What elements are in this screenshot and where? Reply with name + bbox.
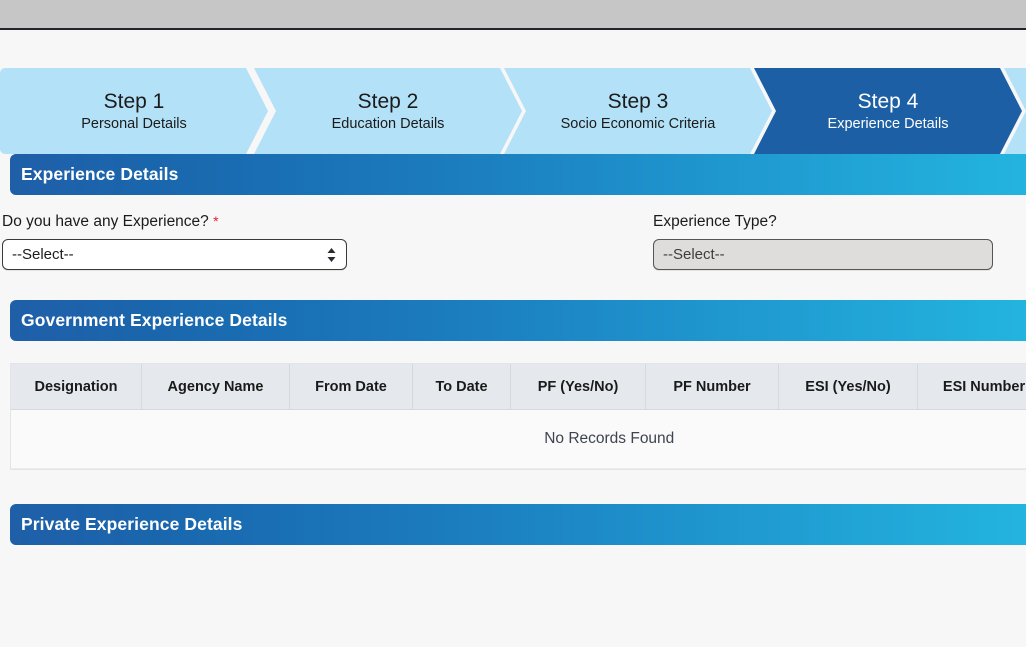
page-content: Step 1 Personal Details Step 2 Education… <box>0 30 1026 645</box>
column-header-from-date[interactable]: From Date <box>289 364 413 410</box>
column-header-pf-number[interactable]: PF Number <box>645 364 779 410</box>
experience-form-row: Do you have any Experience? * --Select--… <box>0 195 1026 270</box>
government-experience-table-wrapper: Designation Agency Name From Date To Dat… <box>10 363 1026 470</box>
table-header-row: Designation Agency Name From Date To Dat… <box>11 364 1026 410</box>
has-experience-label: Do you have any Experience? * <box>2 213 640 231</box>
no-records-message: No Records Found <box>11 409 1026 469</box>
browser-chrome-bar <box>0 0 1026 30</box>
experience-type-label: Experience Type? <box>653 213 777 230</box>
column-header-esi-number[interactable]: ESI Number <box>917 364 1026 410</box>
step-subtitle: Socio Economic Criteria <box>560 115 716 132</box>
section-header-private-experience-details: Private Experience Details <box>10 504 1026 545</box>
step-subtitle: Experience Details <box>827 115 949 132</box>
has-experience-selected-value: --Select-- <box>12 246 74 263</box>
column-header-esi-yes-no[interactable]: ESI (Yes/No) <box>778 364 918 410</box>
experience-type-selected-value: --Select-- <box>663 246 725 263</box>
table-row-empty: No Records Found <box>11 409 1026 469</box>
field-experience-type: Experience Type? --Select-- <box>640 213 1026 270</box>
column-header-pf-yes-no[interactable]: PF (Yes/No) <box>510 364 646 410</box>
step-subtitle: Education Details <box>331 115 445 132</box>
step-title: Step 1 <box>103 89 165 113</box>
government-experience-table: Designation Agency Name From Date To Dat… <box>11 364 1026 469</box>
step-subtitle: Personal Details <box>81 115 187 132</box>
has-experience-label-text: Do you have any Experience? <box>2 213 209 230</box>
column-header-designation[interactable]: Designation <box>11 364 142 410</box>
field-has-experience: Do you have any Experience? * --Select-- <box>0 213 640 270</box>
table-body: No Records Found <box>11 409 1026 469</box>
step-title: Step 4 <box>857 89 919 113</box>
required-asterisk-icon: * <box>213 213 219 229</box>
column-header-to-date[interactable]: To Date <box>412 364 511 410</box>
step-item-1[interactable]: Step 1 Personal Details <box>0 68 268 154</box>
column-header-agency-name[interactable]: Agency Name <box>141 364 290 410</box>
section-header-government-experience-details: Government Experience Details <box>10 300 1026 341</box>
table-head: Designation Agency Name From Date To Dat… <box>11 364 1026 410</box>
section-header-experience-details: Experience Details <box>10 154 1026 195</box>
step-item-2[interactable]: Step 2 Education Details <box>254 68 522 154</box>
step-item-3[interactable]: Step 3 Socio Economic Criteria <box>504 68 772 154</box>
step-title: Step 3 <box>607 89 669 113</box>
experience-type-select[interactable]: --Select-- <box>653 239 993 270</box>
select-updown-chevron-icon <box>326 247 337 263</box>
progress-stepper: Step 1 Personal Details Step 2 Education… <box>0 68 1026 154</box>
has-experience-select[interactable]: --Select-- <box>2 239 347 270</box>
step-title: Step 2 <box>357 89 419 113</box>
step-item-4[interactable]: Step 4 Experience Details <box>754 68 1022 154</box>
